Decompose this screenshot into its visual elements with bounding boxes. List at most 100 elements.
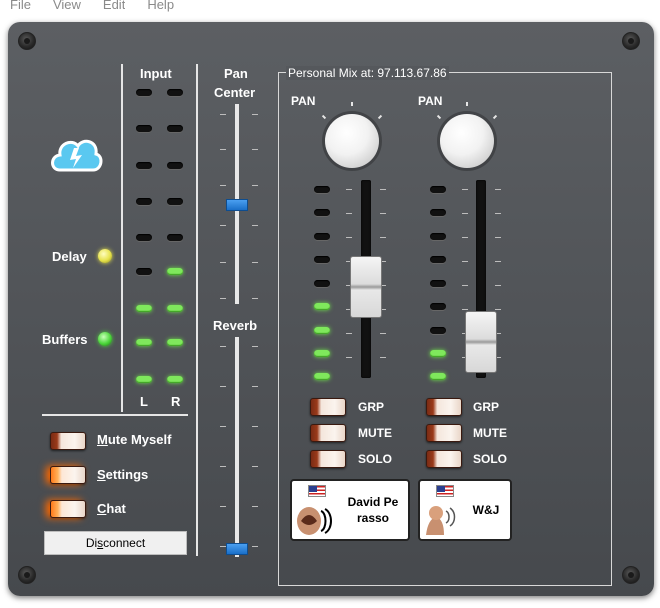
mute-myself-toggle[interactable] bbox=[50, 432, 86, 450]
tick bbox=[252, 466, 258, 467]
meter-led bbox=[136, 339, 152, 346]
buffers-label: Buffers bbox=[42, 332, 88, 347]
menu-file[interactable]: File bbox=[10, 0, 31, 12]
screw-icon bbox=[18, 566, 36, 584]
channel-1-grp-label: GRP bbox=[358, 400, 385, 414]
tick bbox=[220, 506, 226, 507]
channel-1-mute-toggle[interactable] bbox=[310, 424, 346, 442]
meter-led bbox=[167, 89, 183, 96]
meter-led bbox=[167, 198, 183, 205]
channel-1-meter-led bbox=[314, 327, 330, 334]
screw-icon bbox=[622, 566, 640, 584]
channel-1-fader-handle[interactable] bbox=[350, 256, 382, 318]
channel-1-grp-toggle[interactable] bbox=[310, 398, 346, 416]
avatar-icon bbox=[297, 507, 332, 535]
channel-2-solo-label: SOLO bbox=[473, 452, 508, 466]
tick bbox=[252, 386, 258, 387]
channel-1-pan-label: PAN bbox=[291, 94, 316, 108]
tick bbox=[380, 237, 386, 238]
tick bbox=[462, 261, 468, 262]
tick bbox=[380, 189, 386, 190]
meter-right-label: R bbox=[171, 394, 181, 409]
channel-2-mute-toggle[interactable] bbox=[426, 424, 462, 442]
meter-led bbox=[136, 89, 152, 96]
screw-icon bbox=[622, 32, 640, 50]
tick bbox=[220, 114, 226, 115]
tick bbox=[252, 346, 258, 347]
cloud-logo-icon bbox=[51, 139, 103, 172]
channel-2-meter-led bbox=[430, 350, 446, 357]
tick bbox=[462, 189, 468, 190]
tick bbox=[462, 213, 468, 214]
tick bbox=[495, 213, 501, 214]
settings-label[interactable]: Settings bbox=[97, 467, 148, 482]
channel-1-name-line2: rasso bbox=[356, 511, 390, 525]
channel-2-solo-toggle[interactable] bbox=[426, 450, 462, 468]
tick bbox=[220, 185, 226, 186]
channel-1-meter-led bbox=[314, 186, 330, 193]
menu-help[interactable]: Help bbox=[147, 0, 174, 12]
channel-2-grp-label: GRP bbox=[473, 400, 500, 414]
menu-view[interactable]: View bbox=[53, 0, 81, 12]
channel-2-meter-led bbox=[430, 373, 446, 380]
tick bbox=[252, 426, 258, 427]
reverb-slider-track[interactable] bbox=[235, 337, 239, 557]
flag-usa-icon bbox=[436, 485, 454, 497]
buffers-indicator bbox=[98, 332, 112, 346]
meter-led bbox=[136, 125, 152, 132]
tick bbox=[252, 506, 258, 507]
channel-2-meter-led bbox=[430, 303, 446, 310]
tick bbox=[220, 262, 226, 263]
tick bbox=[346, 237, 352, 238]
tick bbox=[252, 185, 258, 186]
chat-toggle[interactable] bbox=[50, 500, 86, 518]
tick bbox=[346, 213, 352, 214]
divider bbox=[121, 64, 123, 412]
mute-myself-label[interactable]: Mute Myself bbox=[97, 432, 171, 447]
meter-led bbox=[136, 234, 152, 241]
channel-2-meter-led bbox=[430, 233, 446, 240]
tick bbox=[220, 346, 226, 347]
tick bbox=[252, 546, 258, 547]
tick bbox=[346, 357, 352, 358]
personal-mix-legend: Personal Mix at: 97.113.67.86 bbox=[286, 66, 449, 80]
channel-2-grp-toggle[interactable] bbox=[426, 398, 462, 416]
channel-2-meter-led bbox=[430, 327, 446, 334]
screw-icon bbox=[18, 32, 36, 50]
channel-1-pan-knob[interactable] bbox=[325, 114, 379, 168]
channel-1-user-card[interactable]: David Pe rasso bbox=[290, 479, 410, 541]
tick bbox=[462, 237, 468, 238]
channel-2-mute-label: MUTE bbox=[473, 426, 507, 440]
tick bbox=[380, 213, 386, 214]
knob-tick bbox=[351, 102, 353, 106]
disconnect-button[interactable]: Di s connect bbox=[44, 531, 187, 555]
settings-toggle[interactable] bbox=[50, 466, 86, 484]
knob-tick bbox=[466, 102, 468, 106]
meter-led bbox=[136, 198, 152, 205]
reverb-slider-handle[interactable] bbox=[226, 543, 248, 555]
tick bbox=[462, 309, 468, 310]
meter-left-label: L bbox=[140, 394, 148, 409]
channel-1-meter-led bbox=[314, 350, 330, 357]
channel-1-solo-toggle[interactable] bbox=[310, 450, 346, 468]
tick bbox=[495, 189, 501, 190]
channel-2-fader-handle[interactable] bbox=[465, 311, 497, 373]
mixer-panel: Input L R Delay Buffers Mute Myself Sett… bbox=[8, 22, 654, 596]
channel-1-meter-led bbox=[314, 303, 330, 310]
channel-2-meter-led bbox=[430, 209, 446, 216]
chat-label[interactable]: Chat bbox=[97, 501, 126, 516]
tick bbox=[346, 189, 352, 190]
tick bbox=[495, 261, 501, 262]
tick bbox=[220, 298, 226, 299]
channel-2-user-card[interactable]: W&J bbox=[418, 479, 512, 541]
channel-2-meter-led bbox=[430, 280, 446, 287]
menu-bar: File View Edit Help bbox=[0, 0, 660, 18]
pan-slider-handle[interactable] bbox=[226, 199, 248, 211]
tick bbox=[380, 357, 386, 358]
channel-2-pan-knob[interactable] bbox=[440, 114, 494, 168]
menu-edit[interactable]: Edit bbox=[103, 0, 125, 12]
channel-1-meter-led bbox=[314, 209, 330, 216]
tick bbox=[220, 546, 226, 547]
meter-led bbox=[167, 234, 183, 241]
channel-2-meter-led bbox=[430, 186, 446, 193]
